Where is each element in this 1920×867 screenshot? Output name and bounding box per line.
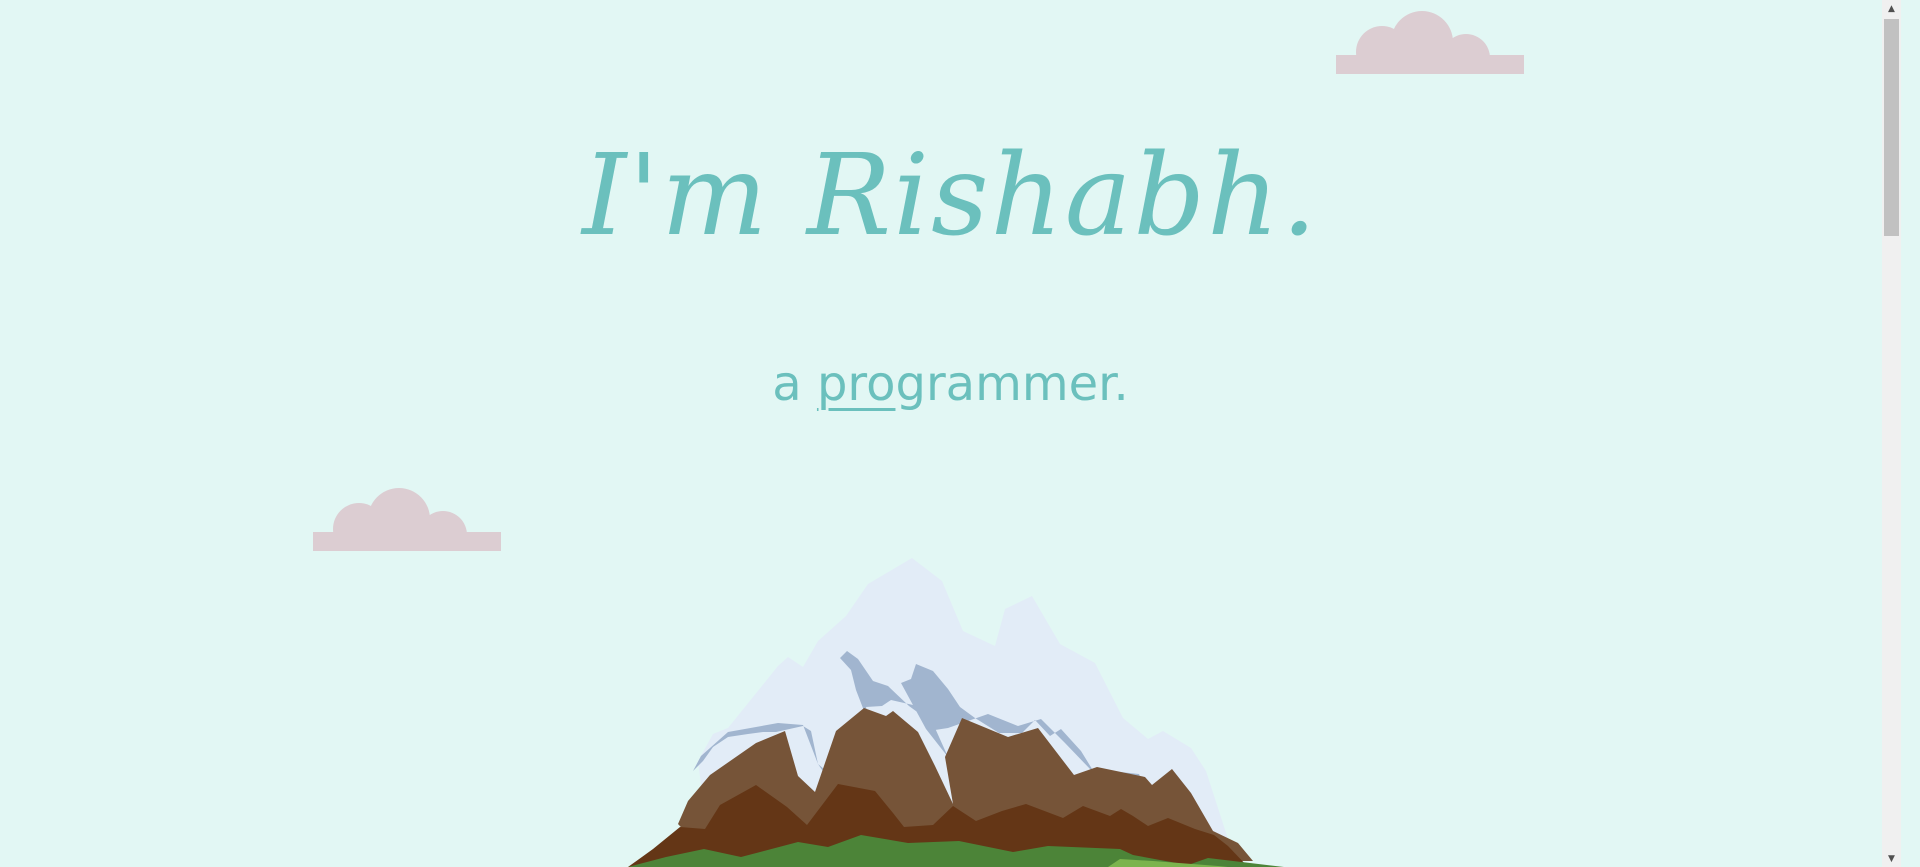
vertical-scrollbar[interactable]: ▲ ▼ xyxy=(1882,0,1901,867)
hero-subtitle: a programmer. xyxy=(0,360,1901,408)
cloud-top xyxy=(1336,11,1526,75)
page-title: I'm Rishabh. xyxy=(582,131,1319,261)
subtitle-prefix: a xyxy=(772,356,817,412)
scroll-down-icon[interactable]: ▼ xyxy=(1882,850,1901,867)
subtitle-rest: grammer. xyxy=(895,356,1129,412)
scrollbar-thumb[interactable] xyxy=(1884,19,1899,236)
mountain-illustration xyxy=(628,558,1284,867)
subtitle-underlined: pro xyxy=(816,356,896,412)
cloud-left xyxy=(313,488,503,552)
page: I'm Rishabh. a programmer. ▲ ▼ xyxy=(0,0,1901,867)
scroll-up-icon[interactable]: ▲ xyxy=(1882,0,1901,17)
